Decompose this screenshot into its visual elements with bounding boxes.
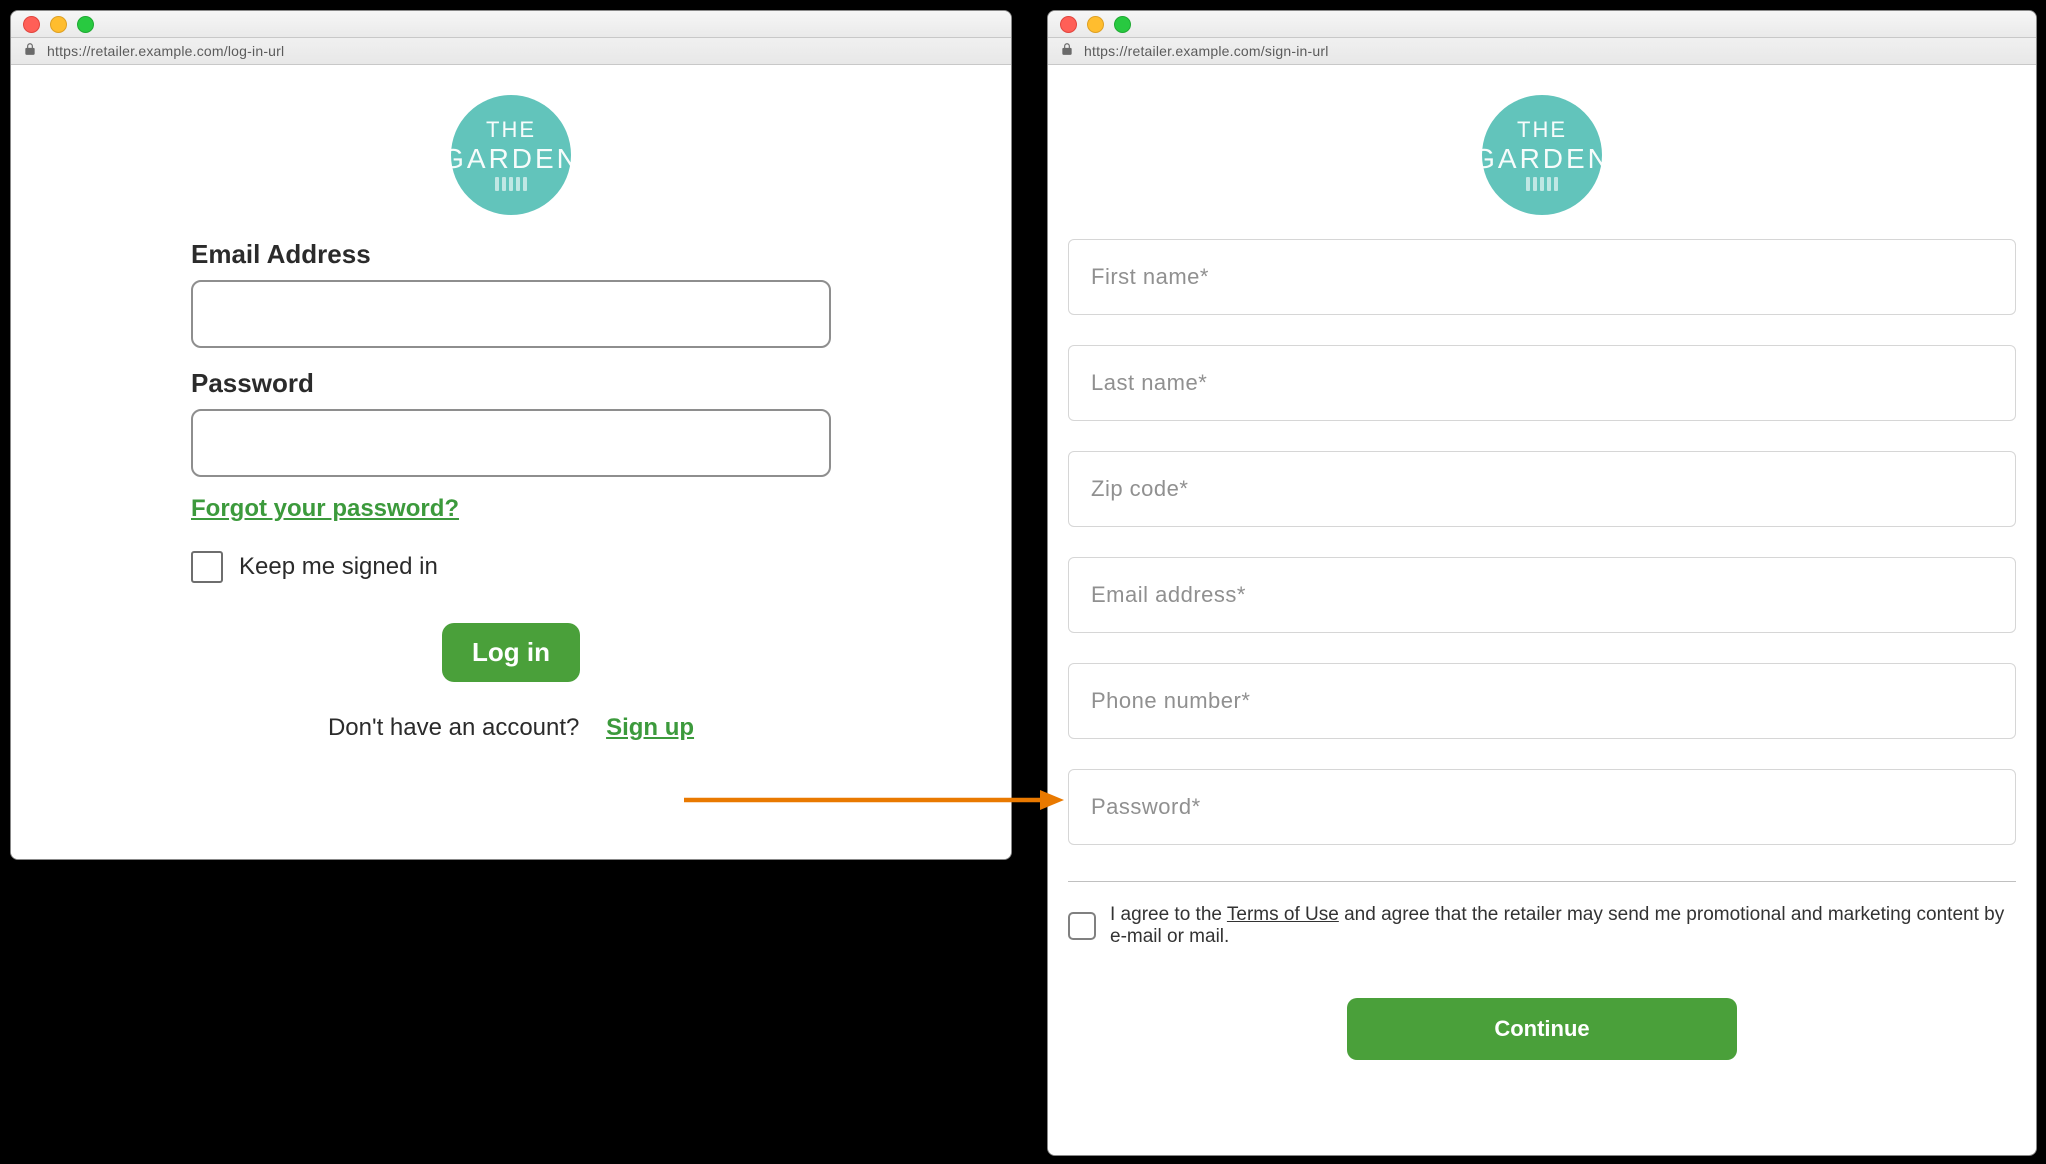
minimize-window-button[interactable] — [50, 16, 67, 33]
address-url: https://retailer.example.com/sign-in-url — [1084, 43, 1329, 59]
email-input[interactable] — [191, 280, 831, 348]
logo-line1: THE — [486, 119, 536, 141]
logo-line1: THE — [1517, 119, 1567, 141]
forgot-password-row: Forgot your password? — [191, 495, 831, 523]
login-browser-window: https://retailer.example.com/log-in-url … — [10, 10, 1012, 860]
traffic-lights — [1060, 16, 1131, 33]
logo-flowers-icon — [495, 177, 527, 191]
signup-page: THE GARDEN I agree to the Terms of Use a… — [1048, 65, 2036, 1155]
lock-icon — [23, 42, 37, 61]
password-label: Password — [191, 368, 831, 399]
email-address-input[interactable] — [1068, 557, 2016, 633]
logo-flowers-icon — [1526, 177, 1558, 191]
agree-terms-row: I agree to the Terms of Use and agree th… — [1068, 904, 2016, 948]
phone-number-input[interactable] — [1068, 663, 2016, 739]
address-bar[interactable]: https://retailer.example.com/log-in-url — [11, 38, 1011, 65]
traffic-lights — [23, 16, 94, 33]
zip-code-input[interactable] — [1068, 451, 2016, 527]
email-label: Email Address — [191, 239, 831, 270]
window-titlebar — [11, 11, 1011, 38]
close-window-button[interactable] — [1060, 16, 1077, 33]
forgot-password-link[interactable]: Forgot your password? — [191, 495, 459, 522]
close-window-button[interactable] — [23, 16, 40, 33]
signup-prompt-row: Don't have an account? Sign up — [191, 714, 831, 742]
continue-button[interactable]: Continue — [1347, 998, 1737, 1060]
logo-line2: GARDEN — [442, 145, 580, 173]
password-input[interactable] — [191, 409, 831, 477]
minimize-window-button[interactable] — [1087, 16, 1104, 33]
terms-of-use-link[interactable]: Terms of Use — [1227, 904, 1339, 925]
lock-icon — [1060, 42, 1074, 61]
agree-terms-checkbox[interactable] — [1068, 912, 1096, 940]
login-button[interactable]: Log in — [442, 623, 580, 682]
keep-signed-in-checkbox[interactable] — [191, 551, 223, 583]
signup-password-input[interactable] — [1068, 769, 2016, 845]
logo-line2: GARDEN — [1473, 145, 1611, 173]
keep-signed-in-label[interactable]: Keep me signed in — [239, 553, 438, 581]
signup-link[interactable]: Sign up — [606, 714, 694, 741]
agree-terms-text: I agree to the Terms of Use and agree th… — [1110, 904, 2016, 948]
window-titlebar — [1048, 11, 2036, 38]
address-url: https://retailer.example.com/log-in-url — [47, 43, 284, 59]
first-name-input[interactable] — [1068, 239, 2016, 315]
divider — [1068, 881, 2016, 882]
no-account-text: Don't have an account? — [328, 714, 579, 741]
maximize-window-button[interactable] — [1114, 16, 1131, 33]
login-page: THE GARDEN Email Address Password Forgot… — [11, 65, 1011, 859]
brand-logo: THE GARDEN — [451, 95, 571, 215]
signup-browser-window: https://retailer.example.com/sign-in-url… — [1047, 10, 2037, 1156]
agree-prefix: I agree to the — [1110, 904, 1227, 925]
brand-logo: THE GARDEN — [1482, 95, 1602, 215]
last-name-input[interactable] — [1068, 345, 2016, 421]
maximize-window-button[interactable] — [77, 16, 94, 33]
address-bar[interactable]: https://retailer.example.com/sign-in-url — [1048, 38, 2036, 65]
